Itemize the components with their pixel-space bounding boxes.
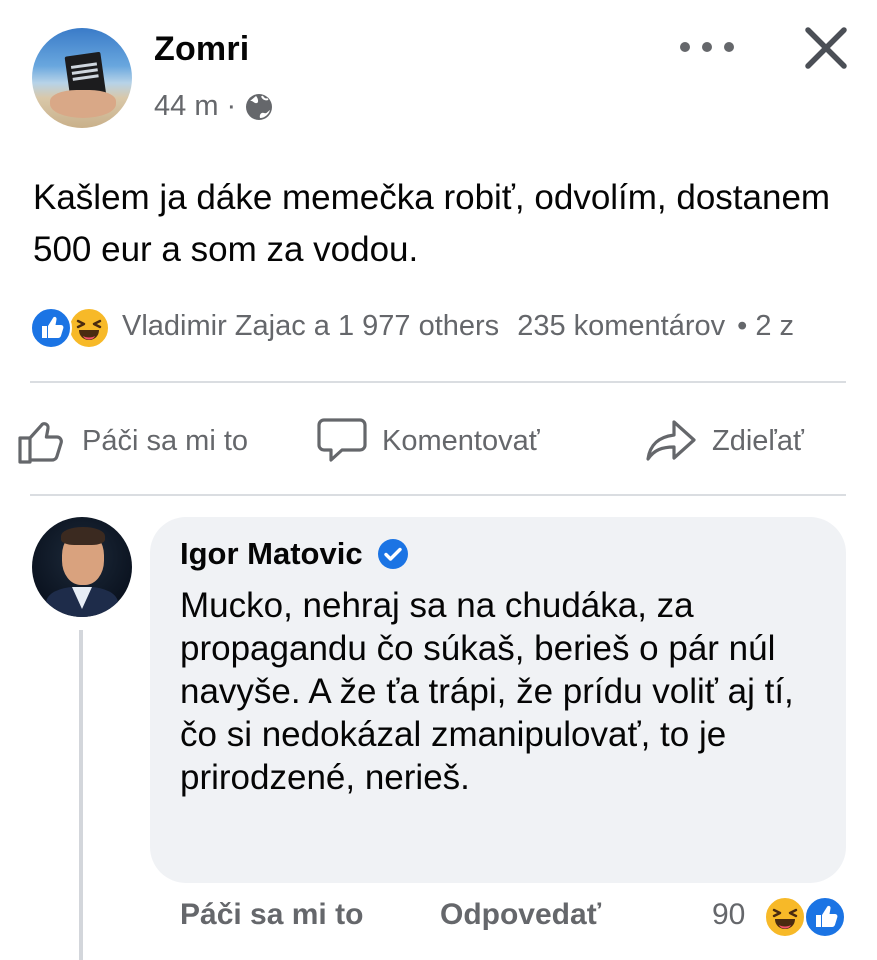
reaction-icons (30, 305, 116, 349)
comment-author[interactable]: Igor Matovic (180, 536, 409, 572)
divider-top (30, 381, 846, 383)
comment-like-button[interactable]: Páči sa mi to (180, 898, 363, 932)
page-name[interactable]: Zomri (154, 30, 249, 69)
comment-reaction-icons[interactable] (764, 894, 850, 938)
like-reaction-icon (30, 307, 72, 349)
verified-badge-icon (377, 539, 408, 569)
post-time[interactable]: 44 m (154, 90, 218, 123)
speech-bubble-icon (317, 418, 367, 462)
thread-line (79, 630, 83, 960)
post-body-text: Kašlem ja dáke memečka robiť, odvolím, d… (33, 178, 831, 269)
thumbs-up-icon (18, 422, 63, 464)
divider-bottom (30, 494, 846, 496)
avatar-hair-image (61, 527, 105, 545)
close-icon[interactable] (800, 22, 852, 74)
comment-button[interactable]: Komentovať (316, 416, 540, 466)
reactors-text[interactable]: Vladimir Zajac a 1 977 others (122, 310, 499, 343)
haha-reaction-icon (764, 896, 806, 938)
more-options-icon[interactable] (680, 30, 734, 64)
shares-count[interactable]: • 2 z (737, 310, 794, 343)
share-button[interactable]: Zdieľať (644, 416, 804, 466)
comment-reaction-count[interactable]: 90 (712, 898, 745, 932)
like-label: Páči sa mi to (82, 424, 248, 457)
comments-count[interactable]: 235 komentárov (517, 310, 725, 343)
share-arrow-icon (646, 420, 696, 461)
meta-separator: · (226, 90, 237, 122)
post-meta: 44 m · (154, 90, 274, 123)
haha-reaction-icon (68, 307, 110, 349)
comment-label: Komentovať (382, 424, 540, 457)
avatar-hands-image (50, 90, 116, 118)
commenter-avatar[interactable] (32, 517, 132, 617)
comment-reply-button[interactable]: Odpovedať (440, 898, 601, 932)
comment-author-name[interactable]: Igor Matovic (180, 536, 363, 572)
share-label: Zdieľať (712, 424, 804, 457)
like-button[interactable]: Páči sa mi to (16, 416, 248, 466)
reactions-summary[interactable]: Vladimir Zajac a 1 977 others 235 koment… (30, 305, 794, 349)
like-reaction-icon (804, 896, 846, 938)
page-avatar[interactable] (32, 28, 132, 128)
comment-text: Mucko, nehraj sa na chudáka, za propagan… (180, 586, 794, 797)
globe-icon (246, 93, 273, 120)
